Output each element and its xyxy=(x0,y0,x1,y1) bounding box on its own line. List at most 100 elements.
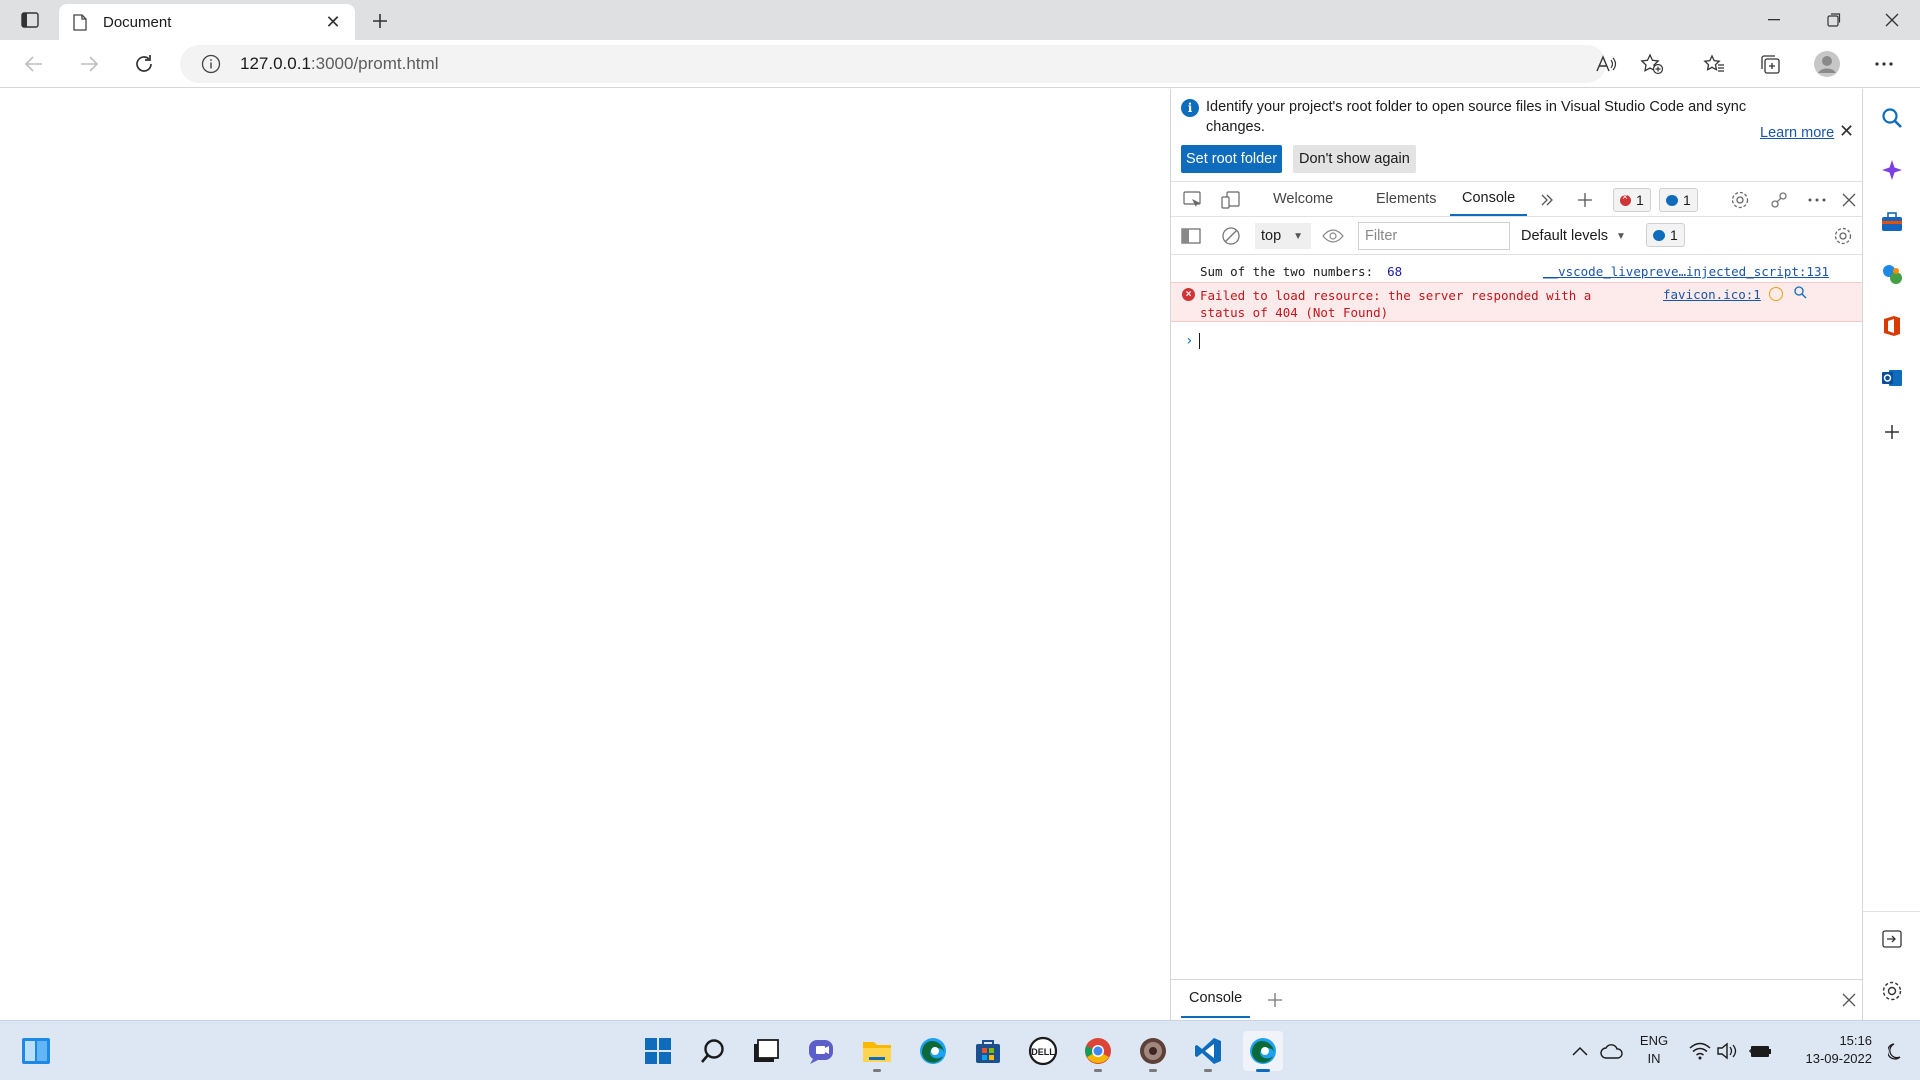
teams-chat-icon[interactable] xyxy=(802,1031,842,1071)
error-count-badge[interactable]: × 1 xyxy=(1613,188,1651,212)
dont-show-again-button[interactable]: Don't show again xyxy=(1293,145,1416,173)
forward-arrow-icon[interactable] xyxy=(73,48,105,80)
profile-avatar-icon[interactable] xyxy=(1811,48,1843,80)
edge-sidebar xyxy=(1862,89,1920,1020)
svg-text:DELL: DELL xyxy=(1031,1047,1055,1057)
input-language[interactable]: ENG IN xyxy=(1634,1032,1674,1068)
volume-icon[interactable] xyxy=(1715,1039,1739,1063)
running-indicator xyxy=(1149,1069,1157,1072)
minimize-icon[interactable] xyxy=(1746,0,1802,40)
tools-briefcase-icon[interactable] xyxy=(1879,209,1905,235)
back-arrow-icon[interactable] xyxy=(18,48,50,80)
close-devtools-icon[interactable] xyxy=(1837,188,1861,212)
message-count-badge[interactable]: 1 xyxy=(1659,188,1698,212)
new-tab-icon[interactable] xyxy=(366,7,394,35)
search-icon[interactable] xyxy=(693,1031,733,1071)
log-source-link[interactable]: __vscode_livepreve…injected_script:131 xyxy=(1543,264,1829,279)
site-info-icon[interactable] xyxy=(200,53,222,75)
message-icon xyxy=(1653,229,1665,241)
edge-browser-icon[interactable] xyxy=(913,1031,953,1071)
tab-welcome[interactable]: Welcome xyxy=(1273,182,1333,216)
message-icon xyxy=(1666,194,1678,206)
office-icon[interactable] xyxy=(1879,313,1905,339)
console-toolbar: top ▼ Filter Default levels ▼ 1 xyxy=(1171,217,1863,255)
discover-sparkle-icon[interactable] xyxy=(1879,157,1905,183)
onedrive-cloud-icon[interactable] xyxy=(1600,1039,1624,1063)
dell-icon[interactable]: DELL xyxy=(1023,1031,1063,1071)
set-root-folder-button[interactable]: Set root folder xyxy=(1181,145,1283,173)
browser-tab-active[interactable]: Document ✕ xyxy=(59,4,355,40)
close-infobar-icon[interactable]: ✕ xyxy=(1839,121,1854,142)
devtools-drawer: Console xyxy=(1171,979,1863,1020)
microsoft-store-icon[interactable] xyxy=(968,1031,1008,1071)
battery-icon[interactable] xyxy=(1748,1039,1772,1063)
console-error-row: × Failed to load resource: the server re… xyxy=(1171,282,1863,322)
address-bar[interactable]: 127.0.0.1:3000/promt.html xyxy=(180,45,1606,83)
live-expression-eye-icon[interactable] xyxy=(1321,224,1345,248)
search-icon[interactable] xyxy=(1793,285,1807,302)
edge-active-icon[interactable] xyxy=(1243,1031,1283,1072)
favorites-icon[interactable] xyxy=(1698,48,1730,80)
read-aloud-icon[interactable] xyxy=(1590,48,1622,80)
browser-toolbar: 127.0.0.1:3000/promt.html xyxy=(0,40,1920,88)
collections-icon[interactable] xyxy=(1754,48,1786,80)
hide-sidebar-icon[interactable] xyxy=(1879,926,1905,952)
clear-console-icon[interactable] xyxy=(1219,224,1243,248)
running-indicator xyxy=(873,1069,881,1072)
tab-elements[interactable]: Elements xyxy=(1376,182,1436,216)
more-tabs-chevron-icon[interactable] xyxy=(1535,188,1559,212)
task-view-icon[interactable] xyxy=(746,1031,786,1071)
browser-tab-bar: Document ✕ xyxy=(0,0,1920,40)
drawer-tab-console[interactable]: Console xyxy=(1181,980,1251,1018)
error-source-link[interactable]: favicon.ico:1 xyxy=(1663,287,1761,302)
chrome-icon[interactable] xyxy=(1078,1031,1118,1072)
levels-message-badge[interactable]: 1 xyxy=(1646,223,1685,247)
console-settings-gear-icon[interactable] xyxy=(1831,224,1855,248)
notifications-moon-icon[interactable] xyxy=(1884,1039,1908,1063)
sidebar-toggle-icon[interactable] xyxy=(1179,224,1203,248)
device-emulation-icon[interactable] xyxy=(1219,188,1243,212)
devtools-more-icon[interactable] xyxy=(1805,188,1829,212)
add-sidebar-app-icon[interactable] xyxy=(1879,419,1905,445)
close-tab-icon[interactable]: ✕ xyxy=(321,10,345,34)
learn-more-link[interactable]: Learn more xyxy=(1760,125,1834,141)
show-hidden-icons-chevron-icon[interactable] xyxy=(1568,1039,1592,1063)
wifi-icon[interactable] xyxy=(1688,1039,1712,1063)
inspect-element-icon[interactable] xyxy=(1181,188,1205,212)
refresh-icon[interactable] xyxy=(128,48,160,80)
close-drawer-icon[interactable] xyxy=(1837,988,1861,1012)
vscode-infobar: i Identify your project's root folder to… xyxy=(1171,89,1863,177)
vscode-icon[interactable] xyxy=(1188,1031,1228,1072)
clock[interactable]: 15:16 13-09-2022 xyxy=(1780,1032,1873,1068)
connect-icon[interactable] xyxy=(1767,188,1791,212)
running-indicator xyxy=(1094,1069,1102,1072)
log-levels-dropdown[interactable]: Default levels ▼ xyxy=(1521,223,1626,249)
add-tab-icon[interactable] xyxy=(1573,188,1597,212)
tab-actions-icon[interactable] xyxy=(14,8,46,32)
url-text: 127.0.0.1:3000/promt.html xyxy=(240,54,439,73)
more-options-icon[interactable] xyxy=(1868,48,1900,80)
widgets-icon[interactable] xyxy=(16,1031,56,1071)
running-indicator xyxy=(1204,1069,1212,1072)
tab-console[interactable]: Console xyxy=(1450,182,1528,216)
sidebar-settings-gear-icon[interactable] xyxy=(1879,978,1905,1004)
file-explorer-icon[interactable] xyxy=(857,1031,897,1072)
console-input[interactable] xyxy=(1199,333,1200,349)
add-favorite-icon[interactable] xyxy=(1636,48,1668,80)
context-selector[interactable]: top ▼ xyxy=(1255,223,1311,249)
outlook-icon[interactable] xyxy=(1879,365,1905,391)
filter-input[interactable]: Filter xyxy=(1358,222,1510,250)
start-windows-icon[interactable] xyxy=(638,1031,678,1071)
issue-icon[interactable] xyxy=(1769,287,1783,301)
close-window-icon[interactable] xyxy=(1864,0,1920,40)
restore-icon[interactable] xyxy=(1806,0,1862,40)
games-icon[interactable] xyxy=(1879,261,1905,287)
settings-gear-icon[interactable] xyxy=(1728,188,1752,212)
search-icon[interactable] xyxy=(1879,105,1905,131)
sidebar-divider xyxy=(1863,911,1920,912)
console-prompt-chevron-icon: › xyxy=(1185,333,1194,349)
drawer-add-tab-icon[interactable] xyxy=(1263,988,1287,1012)
log-value: 68 xyxy=(1387,264,1403,279)
windows-taskbar: DELL ENG IN 15:16 13-09-2022 xyxy=(0,1020,1920,1080)
game-app-icon[interactable] xyxy=(1133,1031,1173,1072)
